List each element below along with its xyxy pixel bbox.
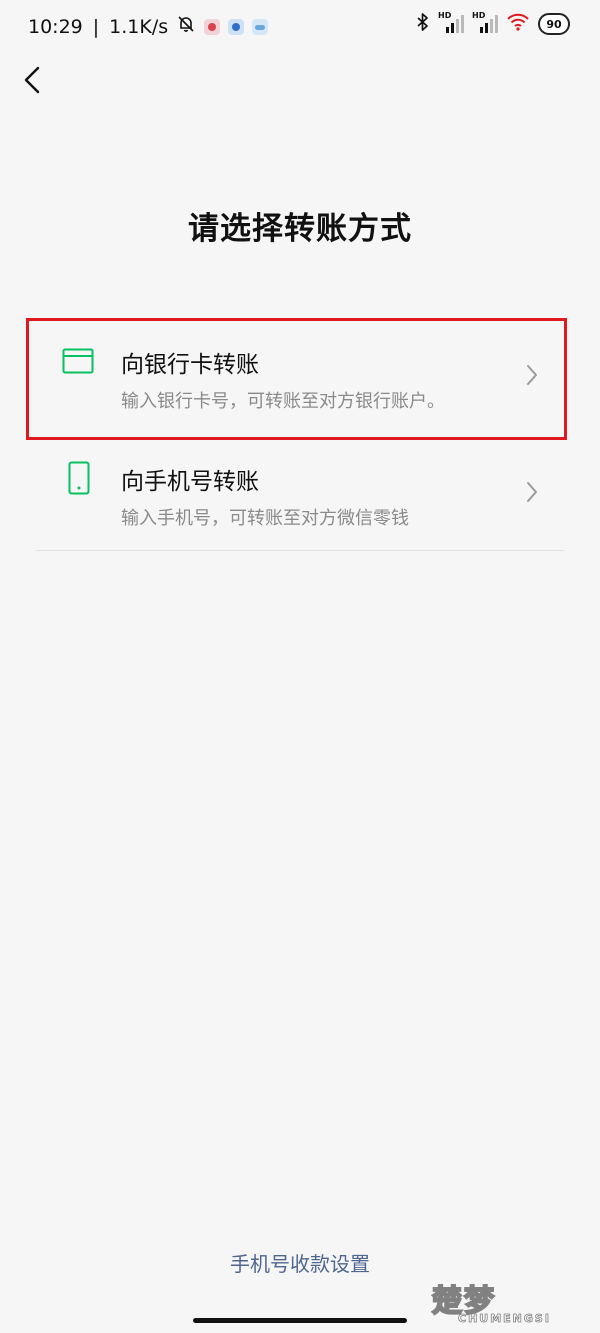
back-button[interactable]	[14, 62, 50, 98]
status-left: 10:29 | 1.1K/s	[28, 14, 269, 39]
network-speed: 1.1K/s	[109, 15, 169, 38]
battery-icon: 90	[538, 13, 570, 35]
wifi-icon	[506, 12, 530, 36]
phone-icon	[68, 461, 90, 499]
page-title: 请选择转账方式	[188, 211, 412, 247]
option-description: 输入手机号，可转账至对方微信零钱	[121, 508, 409, 529]
app-notification-icon	[252, 18, 269, 35]
watermark-subtext: CHUMENGSI	[458, 1312, 551, 1326]
signal-icon: HD	[438, 11, 464, 35]
status-separator: |	[92, 15, 100, 38]
option-title: 向手机号转账	[121, 469, 259, 495]
app-notification-icon	[228, 18, 245, 35]
divider	[36, 550, 564, 551]
app-notification-icon	[204, 18, 221, 35]
chevron-left-icon	[24, 66, 40, 94]
chevron-right-icon	[526, 481, 538, 507]
bell-muted-icon	[176, 14, 196, 39]
watermark-logo: 楚梦 CHUMENGSI	[424, 1272, 596, 1332]
signal-icon: HD	[472, 11, 498, 35]
clock: 10:29	[28, 15, 83, 38]
home-indicator[interactable]	[193, 1318, 407, 1323]
highlight-annotation-box	[26, 318, 567, 440]
phone-transfer-option[interactable]: 向手机号转账 输入手机号，可转账至对方微信零钱	[36, 437, 564, 547]
status-bar: 10:29 | 1.1K/s HD HD 90	[0, 0, 600, 56]
bluetooth-icon	[416, 12, 430, 36]
status-right: HD HD 90	[416, 11, 570, 36]
